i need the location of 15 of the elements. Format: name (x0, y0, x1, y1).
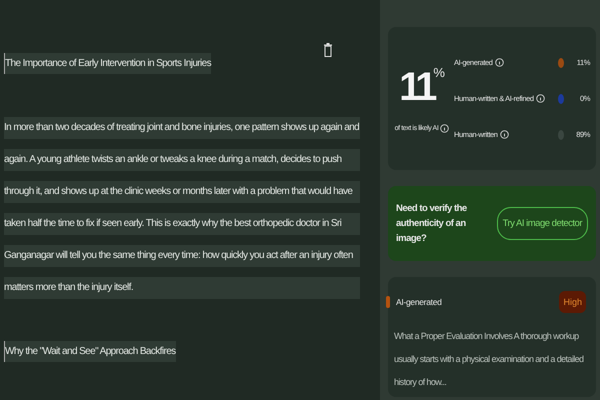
score-value: 11 (399, 64, 434, 110)
heading-text: The Importance of Early Intervention in Sports Injuries (4, 53, 212, 74)
info-icon[interactable] (536, 94, 545, 103)
promo-text: Need to verify the authenticity of an image? (396, 202, 468, 246)
percent-sign: % (433, 64, 445, 80)
finding-card[interactable]: AI-generated High What a Proper Evaluation Involves A thorough workup usually starts with a physical examination and a detailed history of how... (388, 277, 596, 397)
severity-badge: High (559, 291, 586, 313)
excerpt-text: What a Proper Evaluation Involves A thorough workup usually starts with a physical examination and a detailed history of how... (394, 330, 584, 389)
info-icon[interactable] (440, 124, 450, 132)
category-label: AI-generated (396, 297, 442, 307)
image-detector-button[interactable]: Try AI image detector (496, 207, 588, 240)
trash-icon[interactable] (324, 43, 332, 57)
info-icon[interactable] (500, 130, 509, 139)
heading-text: Why the "Wait and See" Approach Backfires (4, 341, 176, 362)
info-icon[interactable] (494, 58, 504, 67)
